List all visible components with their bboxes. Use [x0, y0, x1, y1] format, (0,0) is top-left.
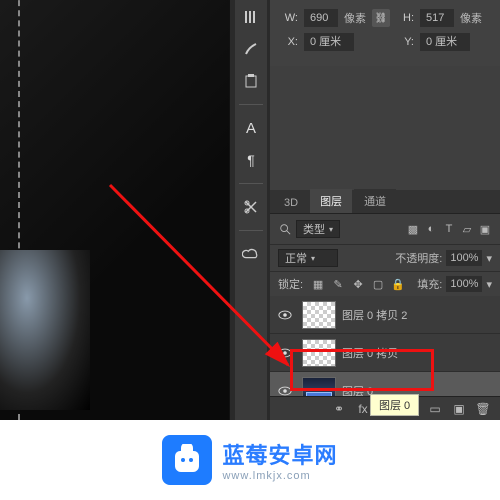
tool-separator: [239, 230, 263, 231]
opacity-field[interactable]: 100%: [446, 250, 482, 266]
watermark-banner: 蓝莓安卓网 www.lmkjx.com: [0, 420, 500, 500]
layer-thumbnail[interactable]: [302, 301, 336, 329]
blend-mode-dropdown[interactable]: 正常 ▾: [278, 249, 338, 267]
clipboard-icon[interactable]: [242, 72, 260, 90]
layer-tooltip: 图层 0: [370, 394, 419, 416]
filter-shape-icon[interactable]: ▱: [460, 222, 474, 236]
search-icon[interactable]: [278, 222, 292, 236]
chevron-down-icon[interactable]: ▾: [486, 252, 492, 265]
site-logo-icon: [162, 435, 212, 485]
type-tool-icon[interactable]: A: [242, 119, 260, 137]
layer-filter-row: 类型 ▾ ▩ ◐ T ▱ ▣: [270, 214, 500, 244]
y-label: Y:: [396, 36, 414, 48]
blend-mode-row: 正常 ▾ 不透明度: 100% ▾: [270, 244, 500, 271]
layer-name[interactable]: 图层 0 拷贝: [342, 345, 500, 361]
visibility-eye-icon[interactable]: [274, 348, 296, 358]
blend-mode-value: 正常: [285, 250, 307, 266]
filter-type-dropdown[interactable]: 类型 ▾: [296, 220, 340, 238]
paragraph-icon[interactable]: ¶: [242, 151, 260, 169]
lock-label: 锁定:: [278, 276, 303, 292]
lock-brush-icon[interactable]: ✎: [331, 277, 345, 291]
filter-smart-icon[interactable]: ▣: [478, 222, 492, 236]
fill-label: 填充:: [417, 276, 442, 292]
layer-thumbnail[interactable]: [302, 339, 336, 367]
lock-all-icon[interactable]: 🔒: [391, 277, 405, 291]
x-field[interactable]: 0 厘米: [304, 33, 354, 51]
xy-row: X: 0 厘米 Y: 0 厘米: [280, 30, 490, 54]
layer-row[interactable]: 图层 0 拷贝: [270, 334, 500, 372]
panel-tab-bar: 3D 图层 通道: [270, 190, 500, 214]
tab-layers[interactable]: 图层: [310, 189, 352, 213]
filter-type-icon[interactable]: T: [442, 222, 456, 236]
canvas-image-content: [0, 250, 90, 410]
y-field[interactable]: 0 厘米: [420, 33, 470, 51]
scissors-icon[interactable]: [242, 198, 260, 216]
lock-artboard-icon[interactable]: ▢: [371, 277, 385, 291]
group-icon[interactable]: ▭: [428, 402, 442, 416]
fx-icon[interactable]: fx: [356, 402, 370, 416]
link-layers-icon[interactable]: ⚭: [332, 402, 346, 416]
filter-type-label: 类型: [303, 221, 325, 237]
h-unit: 像素: [460, 10, 482, 26]
trash-icon[interactable]: 🗑: [476, 402, 490, 416]
x-label: X:: [280, 36, 298, 48]
width-height-row: W: 690 像素 ⛓ H: 517 像素: [280, 6, 490, 30]
tab-3d[interactable]: 3D: [274, 193, 308, 213]
canvas-area[interactable]: [0, 0, 230, 420]
height-field[interactable]: 517: [420, 9, 454, 27]
watermark-text: 蓝莓安卓网 www.lmkjx.com: [222, 438, 337, 482]
opacity-label: 不透明度:: [395, 250, 442, 266]
w-label: W:: [280, 12, 298, 24]
tab-channels[interactable]: 通道: [354, 189, 396, 213]
watermark-url: www.lmkjx.com: [222, 470, 337, 482]
watermark-title: 蓝莓安卓网: [222, 438, 337, 470]
h-label: H:: [396, 12, 414, 24]
lock-position-icon[interactable]: ✥: [351, 277, 365, 291]
new-layer-icon[interactable]: ▣: [452, 402, 466, 416]
tool-separator: [239, 104, 263, 105]
vertical-tool-strip: A ¶: [235, 0, 267, 420]
creative-cloud-icon[interactable]: [242, 245, 260, 263]
align-icon[interactable]: [242, 8, 260, 26]
right-panel-area: W: 690 像素 ⛓ H: 517 像素 X: 0 厘米 Y: 0 厘米 3D…: [270, 0, 500, 420]
chevron-down-icon: ▾: [311, 254, 315, 263]
chevron-down-icon: ▾: [329, 225, 333, 234]
filter-pixel-icon[interactable]: ▩: [406, 222, 420, 236]
visibility-eye-icon[interactable]: [274, 310, 296, 320]
visibility-eye-icon[interactable]: [274, 386, 296, 396]
link-wh-icon[interactable]: ⛓: [372, 9, 390, 27]
tool-separator: [239, 183, 263, 184]
fill-field[interactable]: 100%: [446, 276, 482, 292]
chevron-down-icon[interactable]: ▾: [486, 278, 492, 291]
brush-icon[interactable]: [242, 40, 260, 58]
layer-name[interactable]: 图层 0 拷贝 2: [342, 307, 500, 323]
properties-section: W: 690 像素 ⛓ H: 517 像素 X: 0 厘米 Y: 0 厘米: [270, 0, 500, 66]
layer-row[interactable]: 图层 0 拷贝 2: [270, 296, 500, 334]
lock-row: 锁定: ▦ ✎ ✥ ▢ 🔒 填充: 100% ▾: [270, 271, 500, 296]
width-field[interactable]: 690: [304, 9, 338, 27]
filter-adjust-icon[interactable]: ◐: [424, 222, 438, 236]
lock-transparency-icon[interactable]: ▦: [311, 277, 325, 291]
w-unit: 像素: [344, 10, 366, 26]
